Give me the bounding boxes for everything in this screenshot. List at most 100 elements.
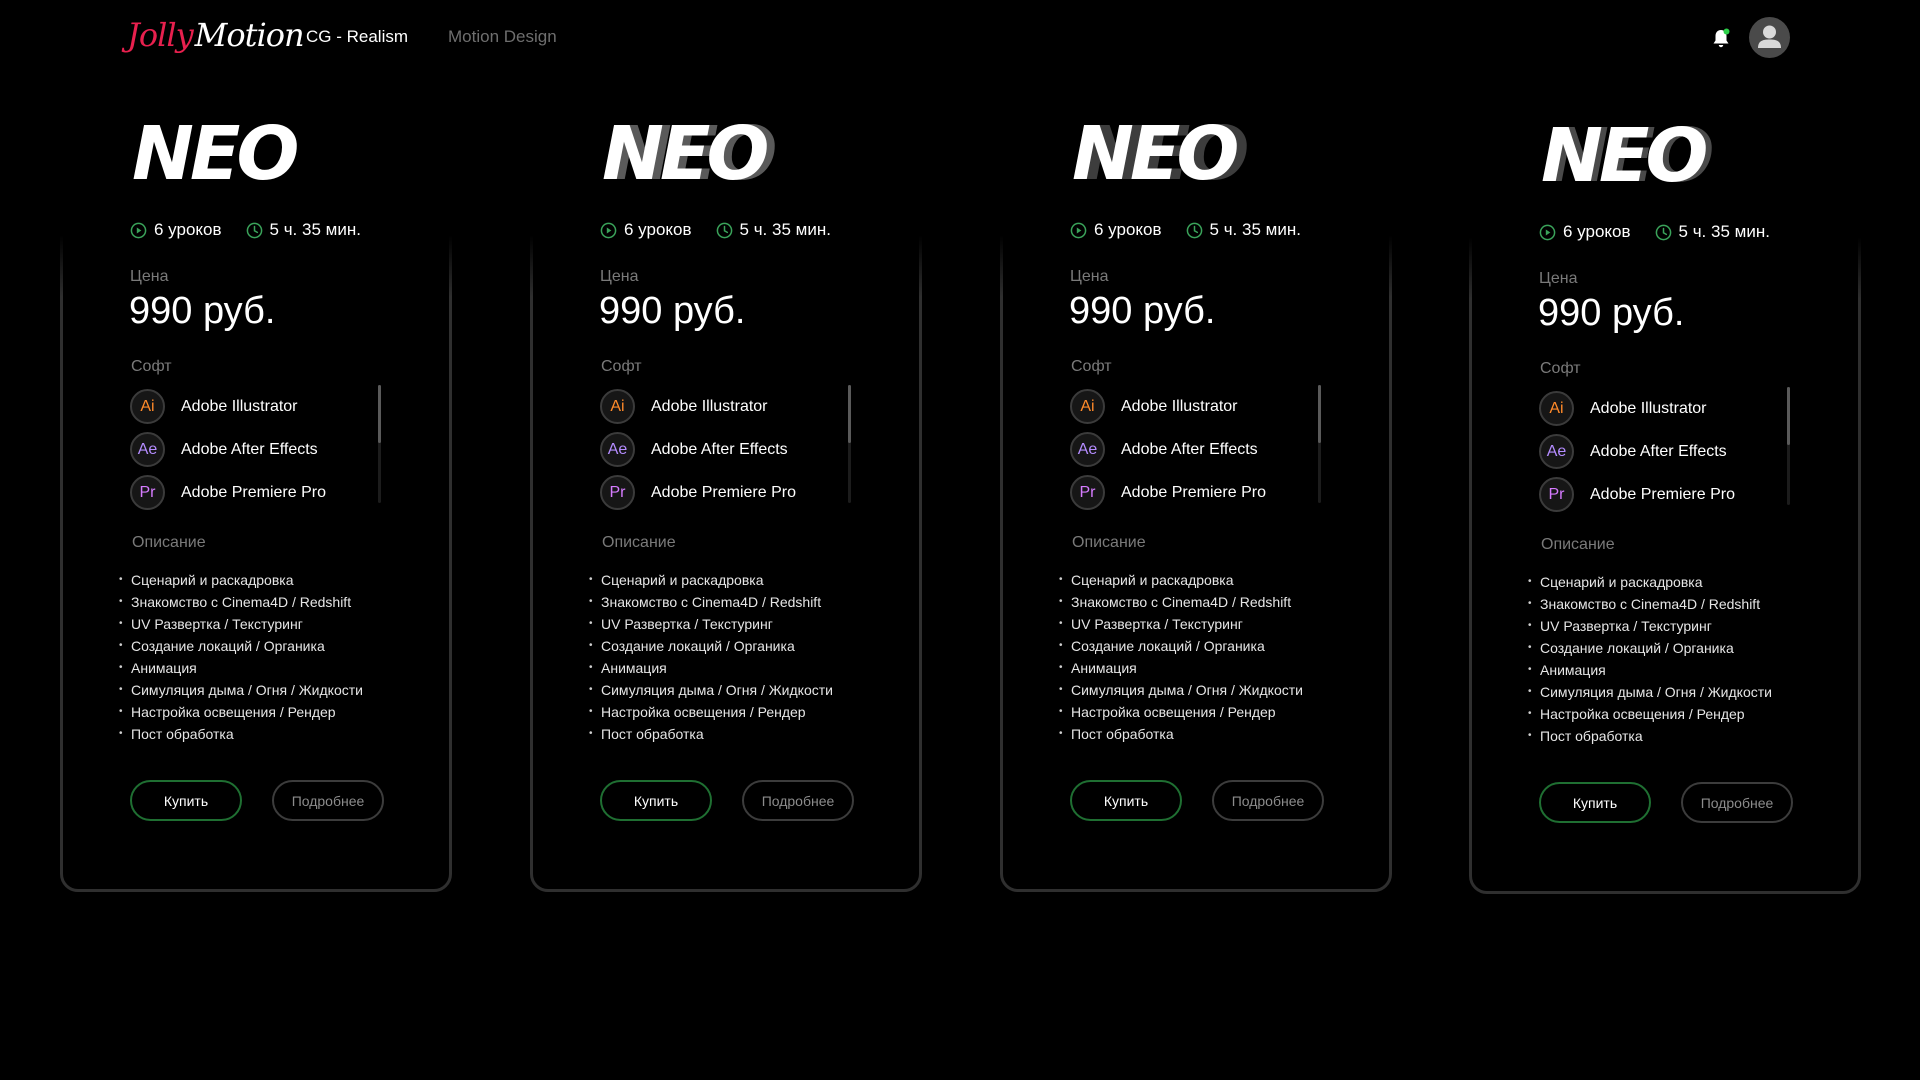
software-list: Ai Adobe Illustrator Ae Adobe After Effects… — [130, 385, 380, 514]
course-duration: 5 ч. 35 мин. — [1209, 220, 1301, 239]
software-icon: Ai — [600, 389, 635, 424]
description-item: Настройка освещения / Рендер — [589, 701, 833, 723]
software-icon: Pr — [600, 475, 635, 510]
lessons-count: 6 уроков — [624, 220, 692, 239]
details-button[interactable]: Подробнее — [272, 780, 384, 821]
description-item: Сценарий и раскадровка — [589, 569, 833, 591]
description-item: Анимация — [119, 657, 363, 679]
buy-button[interactable]: Купить — [600, 780, 712, 821]
software-item: Ae Adobe After Effects — [1539, 430, 1789, 473]
description-label: Описание — [1072, 534, 1146, 551]
clock-icon — [246, 222, 270, 239]
software-icon: Ae — [1070, 432, 1105, 467]
description-item: Сценарий и раскадровка — [119, 569, 363, 591]
description-item: Настройка освещения / Рендер — [1059, 701, 1303, 723]
software-list: Ai Adobe Illustrator Ae Adobe After Effects… — [600, 385, 850, 514]
price-label: Цена — [1539, 270, 1578, 287]
software-item: Ae Adobe After Effects — [130, 428, 380, 471]
software-name: Adobe Premiere Pro — [1590, 485, 1735, 503]
software-icon: Pr — [130, 475, 165, 510]
description-item: UV Развертка / Текстуринг — [119, 613, 363, 635]
software-item: Pr Adobe Premiere Pro — [1070, 471, 1320, 514]
nav-item-cg-realism[interactable]: CG - Realism — [306, 27, 408, 47]
description-item: Симуляция дыма / Огня / Жидкости — [589, 679, 833, 701]
lessons-count: 6 уроков — [154, 220, 222, 239]
software-icon: Ai — [1070, 389, 1105, 424]
price-label: Цена — [1070, 268, 1109, 285]
description-item: Знакомство с Cinema4D / Redshift — [1059, 591, 1303, 613]
buy-button[interactable]: Купить — [130, 780, 242, 821]
user-icon — [1758, 25, 1781, 48]
description-item: Сценарий и раскадровка — [1059, 569, 1303, 591]
details-button[interactable]: Подробнее — [1212, 780, 1324, 821]
software-label: Софт — [601, 358, 642, 375]
description-item: Симуляция дыма / Огня / Жидкости — [1528, 681, 1772, 703]
scrollbar-thumb[interactable] — [1318, 385, 1321, 443]
software-item: Pr Adobe Premiere Pro — [1539, 473, 1789, 516]
price-value: 990 руб. — [599, 290, 746, 332]
software-icon: Ae — [600, 432, 635, 467]
software-name: Adobe After Effects — [181, 440, 318, 458]
software-name: Adobe Premiere Pro — [651, 483, 796, 501]
course-duration: 5 ч. 35 мин. — [1678, 222, 1770, 241]
play-icon — [1539, 224, 1563, 241]
nav-item-motion-design[interactable]: Motion Design — [448, 27, 557, 47]
logo[interactable]: Jolly Motion — [127, 10, 305, 60]
price-value: 990 руб. — [1069, 290, 1216, 332]
scrollbar-thumb[interactable] — [1787, 387, 1790, 445]
description-item: Анимация — [589, 657, 833, 679]
description-item: Настройка освещения / Рендер — [1528, 703, 1772, 725]
software-name: Adobe Premiere Pro — [1121, 483, 1266, 501]
description-list: Сценарий и раскадровкаЗнакомство с Cinem… — [1528, 571, 1772, 747]
software-name: Adobe Illustrator — [1121, 397, 1238, 415]
description-item: Создание локаций / Органика — [589, 635, 833, 657]
description-item: Симуляция дыма / Огня / Жидкости — [1059, 679, 1303, 701]
details-button[interactable]: Подробнее — [1681, 782, 1793, 823]
description-item: Знакомство с Cinema4D / Redshift — [589, 591, 833, 613]
software-name: Adobe After Effects — [1121, 440, 1258, 458]
software-item: Ai Adobe Illustrator — [130, 385, 380, 428]
description-item: UV Развертка / Текстуринг — [1059, 613, 1303, 635]
software-scrollbar[interactable] — [1787, 387, 1790, 505]
buy-button[interactable]: Купить — [1070, 780, 1182, 821]
description-label: Описание — [132, 534, 206, 551]
software-name: Adobe After Effects — [651, 440, 788, 458]
card-title-text: NEO — [1072, 111, 1237, 189]
lessons-count: 6 уроков — [1094, 220, 1162, 239]
price-label: Цена — [130, 268, 169, 285]
software-icon: Ai — [1539, 391, 1574, 426]
description-item: Настройка освещения / Рендер — [119, 701, 363, 723]
play-icon — [600, 222, 624, 239]
description-item: Создание локаций / Органика — [1528, 637, 1772, 659]
software-name: Adobe Premiere Pro — [181, 483, 326, 501]
software-scrollbar[interactable] — [378, 385, 381, 503]
course-duration: 5 ч. 35 мин. — [269, 220, 361, 239]
buy-button[interactable]: Купить — [1539, 782, 1651, 823]
software-name: Adobe Illustrator — [1590, 399, 1707, 417]
course-card: NEO 6 уроков 5 ч. 35 мин. Цена 990 руб. Софт A… — [57, 77, 455, 892]
software-name: Adobe Illustrator — [651, 397, 768, 415]
description-item: Знакомство с Cinema4D / Redshift — [1528, 593, 1772, 615]
clock-icon — [716, 222, 740, 239]
course-card: NEO /NEO 6 уроков 5 ч. 35 мин. Цена 990 руб.… — [997, 77, 1395, 892]
description-item: Анимация — [1059, 657, 1303, 679]
software-scrollbar[interactable] — [848, 385, 851, 503]
description-list: Сценарий и раскадровкаЗнакомство с Cinem… — [589, 569, 833, 745]
logo-text-jolly: Jolly — [127, 16, 194, 54]
course-meta: 6 уроков 5 ч. 35 мин. — [600, 220, 831, 240]
scrollbar-thumb[interactable] — [848, 385, 851, 443]
software-item: Ae Adobe After Effects — [600, 428, 850, 471]
scrollbar-thumb[interactable] — [378, 385, 381, 443]
avatar[interactable] — [1749, 17, 1790, 58]
course-meta: 6 уроков 5 ч. 35 мин. — [1070, 220, 1301, 240]
course-card: NEO NEO 6 уроков 5 ч. 35 мин. Цена 990 руб. Со… — [1466, 79, 1864, 894]
play-icon — [130, 222, 154, 239]
description-list: Сценарий и раскадровкаЗнакомство с Cinem… — [119, 569, 363, 745]
software-name: Adobe Illustrator — [181, 397, 298, 415]
details-button[interactable]: Подробнее — [742, 780, 854, 821]
software-scrollbar[interactable] — [1318, 385, 1321, 503]
bell-icon[interactable] — [1711, 28, 1731, 50]
price-value: 990 руб. — [129, 290, 276, 332]
description-item: Пост обработка — [589, 723, 833, 745]
play-icon — [1070, 222, 1094, 239]
